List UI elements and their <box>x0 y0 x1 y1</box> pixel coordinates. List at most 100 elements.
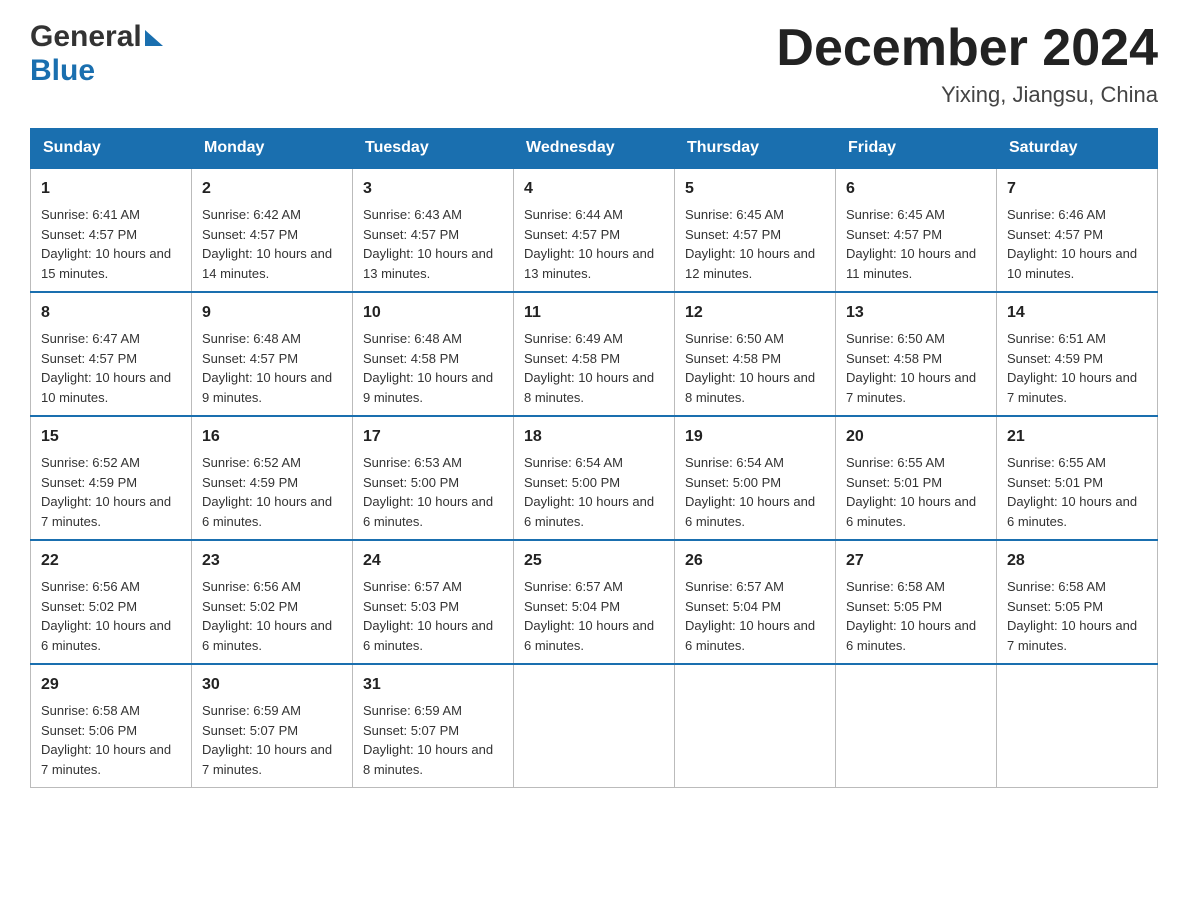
day-number: 29 <box>41 673 181 697</box>
daylight-label: Daylight: 10 hours and 6 minutes. <box>524 494 654 529</box>
calendar-day-30: 30Sunrise: 6:59 AMSunset: 5:07 PMDayligh… <box>192 664 353 788</box>
day-number: 20 <box>846 425 986 449</box>
sunrise-label: Sunrise: 6:48 AM <box>363 331 462 346</box>
calendar-day-27: 27Sunrise: 6:58 AMSunset: 5:05 PMDayligh… <box>836 540 997 664</box>
sunset-label: Sunset: 4:57 PM <box>685 227 781 242</box>
daylight-label: Daylight: 10 hours and 9 minutes. <box>202 370 332 405</box>
calendar-day-7: 7 Sunrise: 6:46 AM Sunset: 4:57 PM Daylight… <box>997 168 1158 292</box>
day-number: 28 <box>1007 549 1147 573</box>
calendar-day-26: 26Sunrise: 6:57 AMSunset: 5:04 PMDayligh… <box>675 540 836 664</box>
day-number: 30 <box>202 673 342 697</box>
daylight-label: Daylight: 10 hours and 7 minutes. <box>202 742 332 777</box>
sunset-label: Sunset: 4:57 PM <box>363 227 459 242</box>
calendar-day-3: 3Sunrise: 6:43 AMSunset: 4:57 PMDaylight… <box>353 168 514 292</box>
sunrise-label: Sunrise: 6:56 AM <box>41 579 140 594</box>
daylight-label: Daylight: 10 hours and 13 minutes. <box>363 246 493 281</box>
daylight-label: Daylight: 10 hours and 13 minutes. <box>524 246 654 281</box>
day-header-wednesday: Wednesday <box>514 129 675 169</box>
daylight-label: Daylight: 10 hours and 8 minutes. <box>524 370 654 405</box>
calendar-day-20: 20Sunrise: 6:55 AMSunset: 5:01 PMDayligh… <box>836 416 997 540</box>
sunset-label: Sunset: 4:59 PM <box>1007 351 1103 366</box>
calendar-day-15: 15Sunrise: 6:52 AMSunset: 4:59 PMDayligh… <box>31 416 192 540</box>
calendar-day-12: 12Sunrise: 6:50 AMSunset: 4:58 PMDayligh… <box>675 292 836 416</box>
calendar-week-3: 15Sunrise: 6:52 AMSunset: 4:59 PMDayligh… <box>31 416 1158 540</box>
sunrise-label: Sunrise: 6:53 AM <box>363 455 462 470</box>
daylight-label: Daylight: 10 hours and 15 minutes. <box>41 246 171 281</box>
day-number: 6 <box>846 177 986 201</box>
day-number: 14 <box>1007 301 1147 325</box>
day-number: 15 <box>41 425 181 449</box>
day-number: 31 <box>363 673 503 697</box>
daylight-label: Daylight: 10 hours and 10 minutes. <box>1007 246 1137 281</box>
calendar-day-23: 23Sunrise: 6:56 AMSunset: 5:02 PMDayligh… <box>192 540 353 664</box>
daylight-label: Daylight: 10 hours and 6 minutes. <box>524 618 654 653</box>
daylight-label: Daylight: 10 hours and 6 minutes. <box>202 494 332 529</box>
sunrise-label: Sunrise: 6:58 AM <box>846 579 945 594</box>
sunset-label: Sunset: 5:02 PM <box>41 599 137 614</box>
day-number: 2 <box>202 177 342 201</box>
daylight-label: Daylight: 10 hours and 8 minutes. <box>363 742 493 777</box>
page-header: General Blue December 2024 Yixing, Jiang… <box>30 20 1158 108</box>
calendar-week-5: 29Sunrise: 6:58 AMSunset: 5:06 PMDayligh… <box>31 664 1158 788</box>
day-number: 25 <box>524 549 664 573</box>
calendar-day-17: 17Sunrise: 6:53 AMSunset: 5:00 PMDayligh… <box>353 416 514 540</box>
sunset-label: Sunset: 4:57 PM <box>202 227 298 242</box>
sunrise-label: Sunrise: 6:55 AM <box>1007 455 1106 470</box>
calendar-day-9: 9Sunrise: 6:48 AMSunset: 4:57 PMDaylight… <box>192 292 353 416</box>
daylight-label: Daylight: 10 hours and 14 minutes. <box>202 246 332 281</box>
sunrise-label: Sunrise: 6:55 AM <box>846 455 945 470</box>
day-number: 22 <box>41 549 181 573</box>
sunrise-label: Sunrise: 6:47 AM <box>41 331 140 346</box>
logo-blue-text: Blue <box>30 54 95 88</box>
daylight-label: Daylight: 10 hours and 9 minutes. <box>363 370 493 405</box>
calendar-day-18: 18Sunrise: 6:54 AMSunset: 5:00 PMDayligh… <box>514 416 675 540</box>
sunset-label: Sunset: 4:57 PM <box>524 227 620 242</box>
sunset-label: Sunset: 5:03 PM <box>363 599 459 614</box>
logo-arrow-icon <box>145 30 163 46</box>
calendar-header-row: SundayMondayTuesdayWednesdayThursdayFrid… <box>31 129 1158 169</box>
day-number: 8 <box>41 301 181 325</box>
sunset-label: Sunset: 5:01 PM <box>846 475 942 490</box>
sunset-label: Sunset: 5:07 PM <box>363 723 459 738</box>
daylight-label: Daylight: 10 hours and 7 minutes. <box>846 370 976 405</box>
sunset-label: Sunset: 4:58 PM <box>524 351 620 366</box>
sunset-label: Sunset: 4:59 PM <box>202 475 298 490</box>
calendar-day-21: 21Sunrise: 6:55 AMSunset: 5:01 PMDayligh… <box>997 416 1158 540</box>
sunrise-label: Sunrise: 6:41 AM <box>41 207 140 222</box>
sunrise-label: Sunrise: 6:54 AM <box>524 455 623 470</box>
sunset-label: Sunset: 4:57 PM <box>846 227 942 242</box>
calendar-week-2: 8 Sunrise: 6:47 AM Sunset: 4:57 PM Daylight… <box>31 292 1158 416</box>
daylight-label: Daylight: 10 hours and 6 minutes. <box>846 618 976 653</box>
sunrise-label: Sunrise: 6:46 AM <box>1007 207 1106 222</box>
calendar-week-4: 22 Sunrise: 6:56 AM Sunset: 5:02 PM Dayligh… <box>31 540 1158 664</box>
sunset-label: Sunset: 4:57 PM <box>202 351 298 366</box>
calendar-day-24: 24Sunrise: 6:57 AMSunset: 5:03 PMDayligh… <box>353 540 514 664</box>
day-header-monday: Monday <box>192 129 353 169</box>
sunset-label: Sunset: 5:00 PM <box>524 475 620 490</box>
daylight-label: Daylight: 10 hours and 6 minutes. <box>685 494 815 529</box>
daylight-label: Daylight: 10 hours and 7 minutes. <box>41 494 171 529</box>
daylight-label: Daylight: 10 hours and 6 minutes. <box>363 618 493 653</box>
sunset-label: Sunset: 4:57 PM <box>1007 227 1103 242</box>
day-number: 7 <box>1007 177 1147 201</box>
daylight-label: Daylight: 10 hours and 10 minutes. <box>41 370 171 405</box>
sunrise-label: Sunrise: 6:54 AM <box>685 455 784 470</box>
calendar-day-13: 13Sunrise: 6:50 AMSunset: 4:58 PMDayligh… <box>836 292 997 416</box>
day-number: 26 <box>685 549 825 573</box>
sunrise-label: Sunrise: 6:59 AM <box>202 703 301 718</box>
sunset-label: Sunset: 4:59 PM <box>41 475 137 490</box>
sunrise-label: Sunrise: 6:50 AM <box>685 331 784 346</box>
day-header-sunday: Sunday <box>31 129 192 169</box>
calendar-day-5: 5Sunrise: 6:45 AMSunset: 4:57 PMDaylight… <box>675 168 836 292</box>
sunrise-label: Sunrise: 6:42 AM <box>202 207 301 222</box>
calendar-day-2: 2 Sunrise: 6:42 AM Sunset: 4:57 PM Daylight… <box>192 168 353 292</box>
calendar-day-4: 4Sunrise: 6:44 AMSunset: 4:57 PMDaylight… <box>514 168 675 292</box>
day-number: 16 <box>202 425 342 449</box>
calendar-day-28: 28Sunrise: 6:58 AMSunset: 5:05 PMDayligh… <box>997 540 1158 664</box>
title-section: December 2024 Yixing, Jiangsu, China <box>776 20 1158 108</box>
sunrise-label: Sunrise: 6:58 AM <box>1007 579 1106 594</box>
calendar-day-1: 1Sunrise: 6:41 AMSunset: 4:57 PMDaylight… <box>31 168 192 292</box>
logo-general-text: General <box>30 20 142 54</box>
sunset-label: Sunset: 5:04 PM <box>685 599 781 614</box>
sunset-label: Sunset: 4:58 PM <box>363 351 459 366</box>
